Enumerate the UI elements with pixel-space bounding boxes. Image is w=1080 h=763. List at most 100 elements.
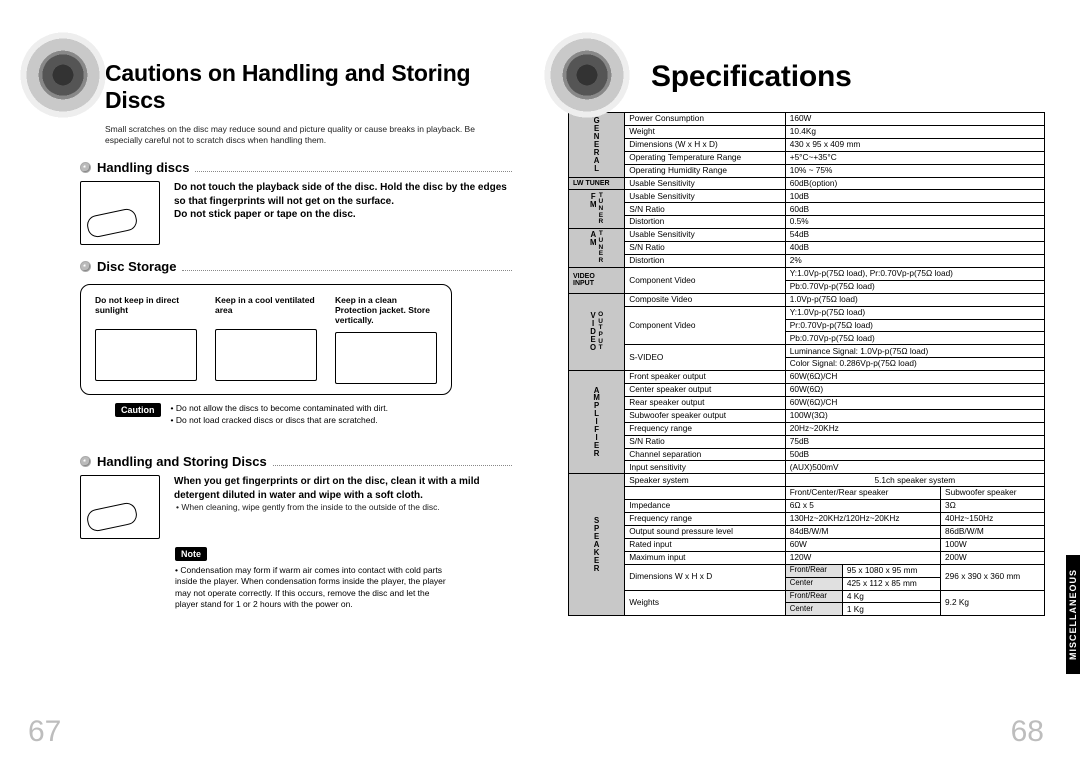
spec-value: 60W(6Ω)/CH (785, 371, 1044, 384)
speaker-decor-icon (20, 32, 106, 118)
spec-label: Dimensions W x H x D (625, 564, 785, 590)
spec-sub: Center (785, 577, 842, 590)
spec-label: Distortion (625, 254, 785, 267)
spec-label: Channel separation (625, 448, 785, 461)
speaker-decor-icon (544, 32, 630, 118)
spec-label: Component Video (625, 306, 785, 345)
spec-label: Impedance (625, 500, 785, 513)
caution-line: • Do not load cracked discs or discs tha… (171, 415, 388, 427)
handling-p2: Do not stick paper or tape on the disc. (174, 208, 512, 222)
spec-label: Weights (625, 590, 785, 616)
spec-value: 10% ~ 75% (785, 164, 1044, 177)
note-text: • Condensation may form if warm air come… (175, 565, 452, 609)
spec-label: Operating Temperature Range (625, 151, 785, 164)
spec-value: Pb:0.70Vp-p(75Ω load) (785, 280, 1044, 293)
spec-label: Usable Sensitivity (625, 229, 785, 242)
spec-value: 54dB (785, 229, 1044, 242)
handstore-row: When you get fingerprints or dirt on the… (80, 475, 512, 539)
spec-value: 84dB/W/M (785, 526, 940, 539)
spec-label: Center speaker output (625, 384, 785, 397)
spec-value: 60dB (785, 203, 1044, 216)
subhead-label: Handling and Storing Discs (97, 454, 267, 469)
spec-label: Speaker system (625, 474, 785, 487)
spec-value: 430 x 95 x 409 mm (785, 138, 1044, 151)
spec-label: Distortion (625, 216, 785, 229)
spec-value: 20Hz~20KHz (785, 422, 1044, 435)
handling-row: Do not touch the playback side of the di… (80, 181, 512, 245)
spec-label: Dimensions (W x H x D) (625, 138, 785, 151)
spec-label: S-VIDEO (625, 345, 785, 371)
spec-value: 200W (941, 551, 1045, 564)
storage-label: Keep in a cool ventilated area (215, 295, 317, 323)
spec-value: 60W(6Ω)/CH (785, 396, 1044, 409)
spec-value: 130Hz~20KHz/120Hz~20KHz (785, 513, 940, 526)
storage-col: Do not keep in direct sunlight (95, 295, 197, 384)
spec-value: 4 Kg (842, 590, 940, 603)
spec-value: 50dB (785, 448, 1044, 461)
spec-label: Rated input (625, 538, 785, 551)
spec-value: 5.1ch speaker system (785, 474, 1044, 487)
spec-value: 75dB (785, 435, 1044, 448)
storage-col: Keep in a clean Protection jacket. Store… (335, 295, 437, 384)
storage-label: Keep in a clean Protection jacket. Store… (335, 295, 437, 326)
page-title: Cautions on Handling and Storing Discs (105, 60, 512, 114)
bullet-icon (80, 162, 91, 173)
spec-value: 60W (785, 538, 940, 551)
spec-value: 60W(6Ω) (785, 384, 1044, 397)
spec-label: S/N Ratio (625, 435, 785, 448)
note-tag: Note (175, 547, 207, 561)
bullet-icon (80, 261, 91, 272)
subhead-label: Handling discs (97, 160, 189, 175)
page-67: Cautions on Handling and Storing Discs S… (0, 0, 540, 763)
spec-label: Weight (625, 125, 785, 138)
spec-label: Power Consumption (625, 113, 785, 126)
storage-label: Do not keep in direct sunlight (95, 295, 197, 323)
spec-value: 160W (785, 113, 1044, 126)
storage-box: Do not keep in direct sunlight Keep in a… (80, 284, 452, 395)
spec-label: Usable Sensitivity (625, 177, 785, 190)
spec-value: 0.5% (785, 216, 1044, 229)
spec-value: 2% (785, 254, 1044, 267)
spec-value: (AUX)500mV (785, 461, 1044, 474)
cool-area-illustration (215, 329, 317, 381)
spec-value: 100W(3Ω) (785, 409, 1044, 422)
spec-value: Pr:0.70Vp-p(75Ω load) (785, 319, 1044, 332)
spec-value: 1.0Vp-p(75Ω load) (785, 293, 1044, 306)
no-sunlight-illustration (95, 329, 197, 381)
spec-label: Composite Video (625, 293, 785, 306)
intro-text: Small scratches on the disc may reduce s… (105, 124, 512, 146)
spec-label: Front speaker output (625, 371, 785, 384)
spec-label: Component Video (625, 267, 785, 293)
caution-tag: Caution (115, 403, 161, 417)
spec-value: 6Ω x 5 (785, 500, 940, 513)
note-block: Note • Condensation may form if warm air… (175, 547, 452, 609)
spec-subhead: Subwoofer speaker (941, 487, 1045, 500)
subhead-label: Disc Storage (97, 259, 176, 274)
handling-p1: Do not touch the playback side of the di… (174, 181, 512, 208)
spec-value: 95 x 1080 x 95 mm (842, 564, 940, 577)
spec-label: S/N Ratio (625, 242, 785, 255)
spec-label: Output sound pressure level (625, 526, 785, 539)
subhead-handling: Handling discs (80, 160, 512, 175)
side-tab-miscellaneous: MISCELLANEOUS (1066, 555, 1080, 674)
spec-label: Rear speaker output (625, 396, 785, 409)
spec-sub: Center (785, 603, 842, 616)
spec-value: 425 x 112 x 85 mm (842, 577, 940, 590)
spec-table: GENERAL Power Consumption 160W Weight10.… (568, 112, 1045, 616)
spec-label: Subwoofer speaker output (625, 409, 785, 422)
spec-value: Color Signal: 0.286Vp-p(75Ω load) (785, 358, 1044, 371)
subhead-handstore: Handling and Storing Discs (80, 454, 512, 469)
spec-value: +5°C~+35°C (785, 151, 1044, 164)
spec-label: Operating Humidity Range (625, 164, 785, 177)
spec-sub: Front/Rear (785, 590, 842, 603)
jacket-illustration (335, 332, 437, 384)
spec-value: 86dB/W/M (941, 526, 1045, 539)
spec-value: 3Ω (941, 500, 1045, 513)
spec-value: 1 Kg (842, 603, 940, 616)
page-number: 67 (28, 715, 61, 749)
spec-value: Y:1.0Vp-p(75Ω load) (785, 306, 1044, 319)
page-68: Specifications GENERAL Power Consumption… (540, 0, 1080, 763)
bullet-icon (80, 456, 91, 467)
handstore-p2: • When cleaning, wipe gently from the in… (174, 502, 512, 513)
spec-label: Frequency range (625, 513, 785, 526)
